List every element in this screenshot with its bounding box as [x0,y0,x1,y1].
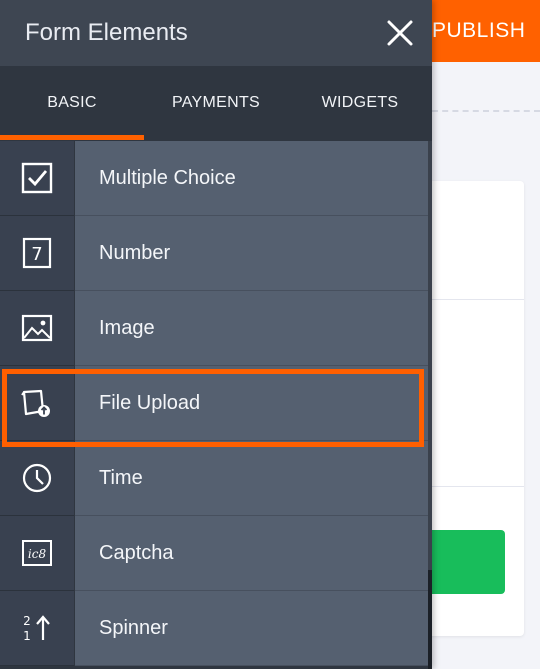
item-body: File Upload [75,366,428,441]
tab-payments[interactable]: PAYMENTS [144,66,288,140]
builder-sub-bar [432,62,540,112]
panel-title: Form Elements [25,19,188,46]
list-item-spinner[interactable]: 2 1 Spinner [0,591,428,666]
item-icon-tile [0,141,74,216]
list-item-multiple-choice[interactable]: Multiple Choice [0,141,428,216]
panel-header: Form Elements [0,0,432,66]
list-item-file-upload[interactable]: File Upload [0,366,428,441]
form-card-divider [418,486,524,487]
publish-tab[interactable]: PUBLISH [432,0,525,62]
item-body: Number [75,216,428,291]
item-label: Captcha [99,542,174,564]
item-icon-tile [0,291,74,366]
item-body: Image [75,291,428,366]
spinner-icon: 2 1 [23,614,50,643]
list-item-number[interactable]: 7 Number [0,216,428,291]
close-icon [387,20,413,46]
svg-text:1: 1 [23,629,31,643]
clock-icon [22,463,52,493]
item-label: File Upload [99,392,201,414]
scrollbar-thumb[interactable] [428,570,432,669]
item-body: Multiple Choice [75,141,428,216]
list-item-captcha[interactable]: ic8 Captcha [0,516,428,591]
svg-text:ic8: ic8 [28,547,47,561]
item-body: Captcha [75,516,428,591]
file-upload-icon [21,389,50,417]
svg-text:2: 2 [23,614,31,628]
item-icon-tile [0,441,74,516]
list-item-time[interactable]: Time [0,441,428,516]
list-item-image[interactable]: Image [0,291,428,366]
item-label: Time [99,467,143,489]
active-tab-indicator [0,135,144,140]
item-body: Spinner [75,591,428,666]
element-tabs: BASIC PAYMENTS WIDGETS [0,66,432,140]
checkbox-icon [21,162,53,194]
captcha-icon: ic8 [22,540,52,566]
item-label: Image [99,317,155,339]
tab-basic[interactable]: BASIC [0,66,144,140]
item-icon-tile: 2 1 [0,591,74,666]
item-icon-tile: ic8 [0,516,74,591]
item-label: Spinner [99,617,168,639]
item-icon-tile: 7 [0,216,74,291]
tab-widgets[interactable]: WIDGETS [288,66,432,140]
item-icon-tile [0,366,74,441]
item-label: Number [99,242,171,264]
image-icon [21,314,53,342]
number-icon: 7 [22,237,52,269]
close-button[interactable] [384,17,416,49]
form-card-divider [418,299,524,300]
item-body: Time [75,441,428,516]
element-list: Multiple Choice 7 Number Image File Uplo… [0,141,428,669]
svg-text:7: 7 [31,244,42,265]
item-label: Multiple Choice [99,167,236,189]
